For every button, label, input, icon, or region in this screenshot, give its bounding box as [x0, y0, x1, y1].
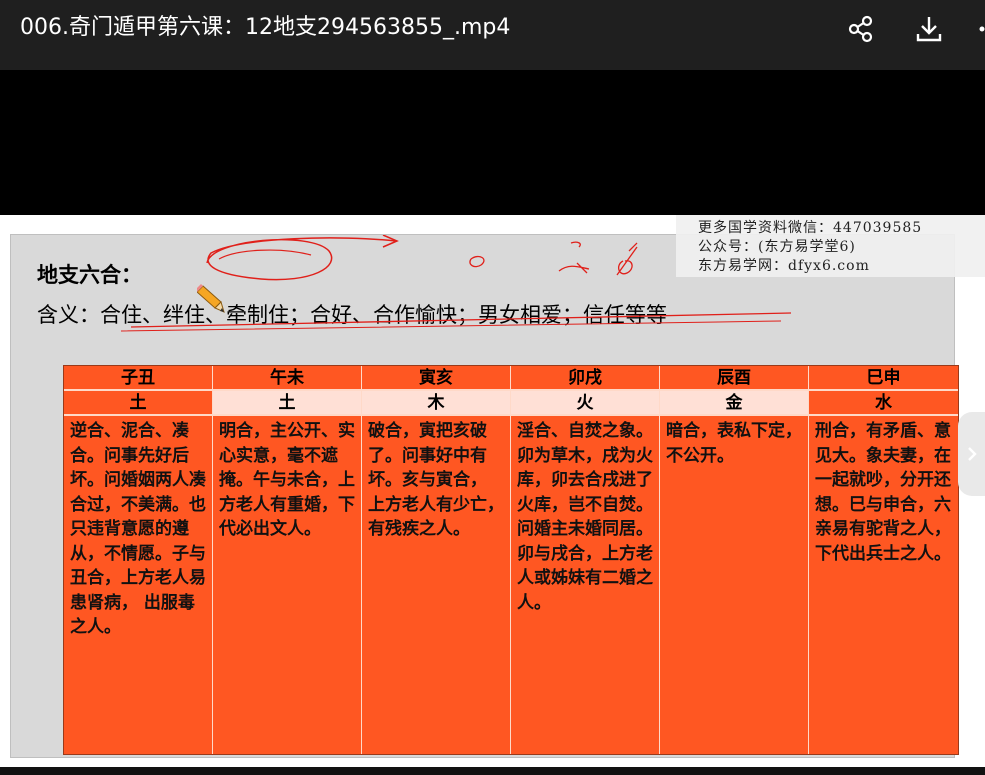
column-element: 土 — [213, 391, 361, 416]
column-element: 土 — [64, 391, 212, 416]
column-description: 明合，主公开、实心实意，毫不遮掩。午与未合，上方老人有重婚，下代必出文人。 — [213, 416, 361, 754]
download-icon[interactable] — [914, 14, 944, 44]
column-header: 子丑 — [64, 366, 212, 391]
column-element: 火 — [511, 391, 659, 416]
video-title: 006.奇门遁甲第六课：12地支294563855_.mp4 — [20, 15, 511, 40]
next-slide-button[interactable] — [958, 412, 985, 496]
slide: 地支六合： 含义：合住、绊住、牵制住；合好、合作愉快；男女相爱；信任等等 子丑 … — [10, 234, 959, 758]
table-column: 寅亥 木 破合，寅把亥破了。问事好中有坏。亥与寅合， 上方老人有少亡，有残疾之人… — [362, 366, 511, 754]
column-description: 逆合、泥合、凑合。问事先好后坏。问婚姻两人凑合过，不美满。也只违背意愿的遵从，不… — [64, 416, 212, 754]
video-letterbox — [0, 70, 985, 215]
watermark-line: 东方易学网：dfyx6.com — [698, 258, 870, 274]
share-icon[interactable] — [846, 14, 876, 44]
bottom-edge — [0, 767, 985, 775]
table-column: 子丑 土 逆合、泥合、凑合。问事先好后坏。问婚姻两人凑合过，不美满。也只违背意愿… — [64, 366, 213, 754]
six-harmonies-table: 子丑 土 逆合、泥合、凑合。问事先好后坏。问婚姻两人凑合过，不美满。也只违背意愿… — [63, 365, 959, 755]
video-frame: 地支六合： 含义：合住、绊住、牵制住；合好、合作愉快；男女相爱；信任等等 子丑 … — [0, 215, 985, 767]
column-header: 卯戌 — [511, 366, 659, 391]
column-element: 金 — [660, 391, 808, 416]
more-options-icon[interactable] — [972, 14, 985, 44]
column-header: 午未 — [213, 366, 361, 391]
watermark: 更多国学资料微信：447039585 公众号：(东方易学堂6) 东方易学网：df… — [676, 215, 985, 277]
table-column: 午未 土 明合，主公开、实心实意，毫不遮掩。午与未合，上方老人有重婚，下代必出文… — [213, 366, 362, 754]
watermark-line: 更多国学资料微信：447039585 — [698, 220, 923, 236]
table-column: 卯戌 火 淫合、自焚之象。卯为草木，戌为火库，卯去合戌进了火库，岂不自焚。问婚主… — [511, 366, 660, 754]
column-description: 刑合，有矛盾、意见大。象夫妻，在一起就吵，分开还想。巳与申合，六亲易有驼背之人，… — [809, 416, 958, 754]
pencil-icon — [197, 284, 225, 313]
chevron-right-icon — [968, 447, 977, 461]
column-header: 辰酉 — [660, 366, 808, 391]
column-header: 巳申 — [809, 366, 958, 391]
column-description: 暗合，表私下定，不公开。 — [660, 416, 808, 754]
column-element: 水 — [809, 391, 958, 416]
table-column: 辰酉 金 暗合，表私下定，不公开。 — [660, 366, 809, 754]
column-description: 淫合、自焚之象。卯为草木，戌为火库，卯去合戌进了火库，岂不自焚。问婚主未婚同居。… — [511, 416, 659, 754]
column-header: 寅亥 — [362, 366, 510, 391]
table-column: 巳申 水 刑合，有矛盾、意见大。象夫妻，在一起就吵，分开还想。巳与申合，六亲易有… — [809, 366, 958, 754]
watermark-line: 公众号：(东方易学堂6) — [698, 239, 856, 255]
video-top-bar: 006.奇门遁甲第六课：12地支294563855_.mp4 — [0, 0, 985, 70]
column-element: 木 — [362, 391, 510, 416]
column-description: 破合，寅把亥破了。问事好中有坏。亥与寅合， 上方老人有少亡，有残疾之人。 — [362, 416, 510, 754]
